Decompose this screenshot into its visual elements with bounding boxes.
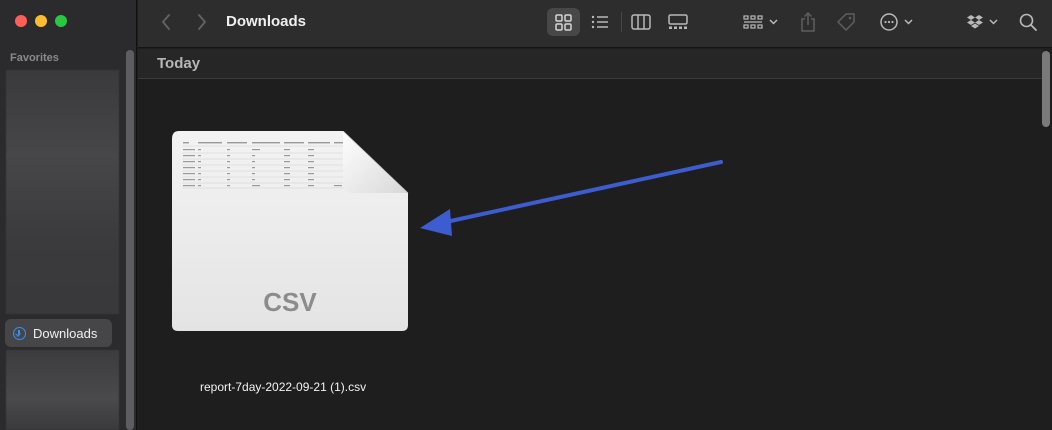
annotation-arrow-icon bbox=[420, 160, 723, 236]
